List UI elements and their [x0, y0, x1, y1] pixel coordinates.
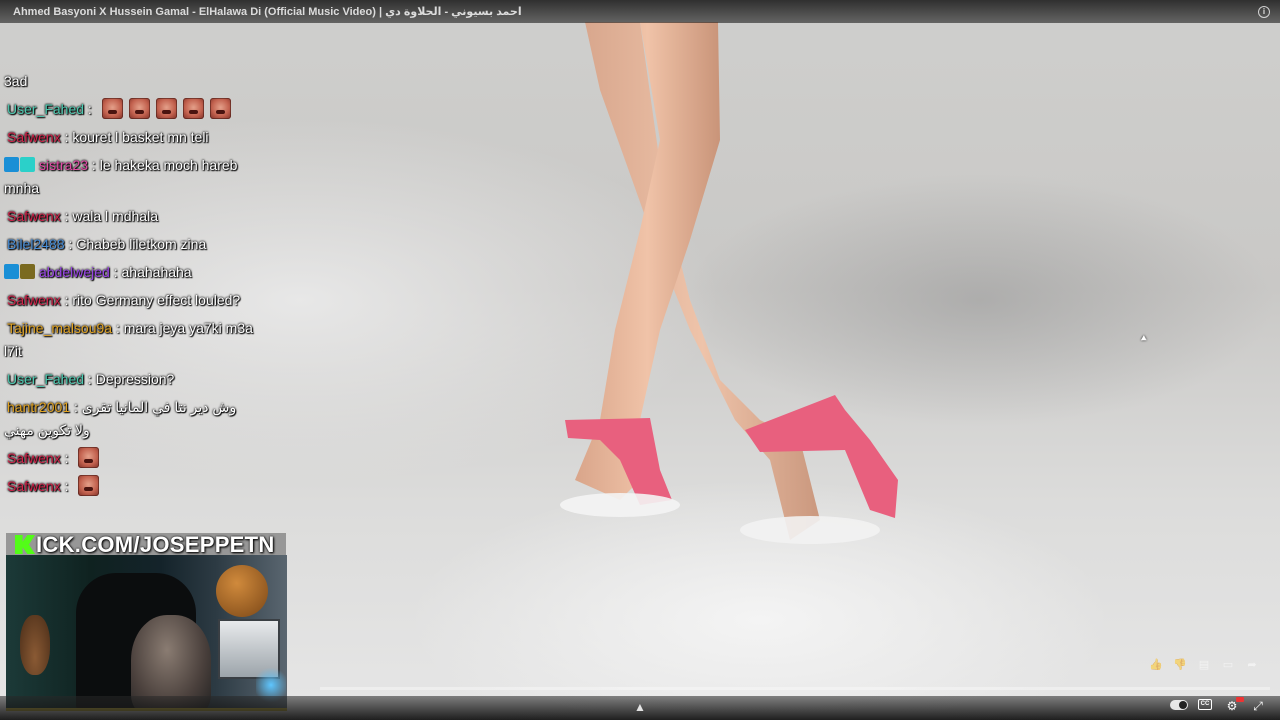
chat-message: 3ad	[4, 70, 254, 93]
chat-username[interactable]: sistra23	[36, 157, 88, 173]
chat-separator: :	[84, 101, 96, 117]
chat-separator: :	[60, 450, 73, 466]
chat-username[interactable]: Bilel2488	[4, 236, 65, 252]
chat-text: rito Germany effect louled?	[72, 292, 241, 308]
video-title[interactable]: Ahmed Basyoni X Hussein Gamal - ElHalawa…	[13, 5, 522, 18]
chat-emote-icon	[182, 98, 204, 119]
chat-separator: :	[60, 292, 73, 308]
chat-text: 3ad	[4, 73, 28, 89]
chat-username[interactable]: abdelwejed	[36, 264, 110, 280]
chat-emote-icon	[101, 98, 123, 119]
action-icons: 👍 👎 ▤ ▭ ➦	[1148, 658, 1260, 672]
webcam-banner: ICK.COM/JOSEPPETN	[6, 532, 286, 557]
chat-message: Safwenx : wala l mdhala	[4, 205, 254, 228]
chat-emote-icon	[78, 475, 100, 496]
chat-message: Tajine_malsou9a : mara jeya ya7ki m3a l7…	[4, 317, 254, 363]
chat-text: Depression?	[95, 371, 175, 387]
chat-text: Chabeb liletkom zina	[76, 236, 207, 252]
chat-message: sistra23 : le hakeka moch hareb mnha	[4, 154, 254, 200]
chat-message: abdelwejed : ahahahaha	[4, 261, 254, 284]
chat-username[interactable]: Safwenx	[4, 292, 61, 308]
guitar	[20, 615, 50, 675]
chat-username[interactable]: Safwenx	[4, 129, 61, 145]
webcam-feed	[6, 555, 287, 711]
basketball	[216, 565, 268, 617]
like-icon[interactable]: 👍	[1148, 658, 1164, 672]
chat-message: User_Fahed :	[4, 98, 254, 121]
chat-overlay: 3ad User_Fahed : Safwenx : kouret l baske…	[4, 70, 254, 503]
autoplay-toggle[interactable]	[1170, 700, 1188, 710]
video-title-bar: Ahmed Basyoni X Hussein Gamal - ElHalawa…	[0, 0, 1280, 23]
captions-icon[interactable]: CC	[1198, 699, 1212, 710]
exit-fullscreen-icon[interactable]: ⤢	[1249, 697, 1267, 715]
chat-emote-icon	[209, 98, 231, 119]
hd-badge	[1236, 697, 1244, 702]
chat-message: Bilel2488 : Chabeb liletkom zina	[4, 233, 254, 256]
chat-username[interactable]: Tajine_malsou9a	[4, 320, 112, 336]
chat-separator: :	[112, 320, 124, 336]
chat-message: hantr2001 : وش دير نتا في المانيا تقرى و…	[4, 396, 254, 442]
chat-emote-icon	[78, 447, 100, 468]
chat-text: ahahahaha	[121, 264, 192, 280]
chat-message: Safwenx :	[4, 475, 254, 498]
chevron-up-icon[interactable]: ▲	[633, 700, 647, 714]
chat-text: kouret l basket mn teli	[72, 129, 209, 145]
progress-bar[interactable]	[320, 687, 1270, 690]
chat-emote-icon	[128, 98, 150, 119]
chat-username[interactable]: Safwenx	[4, 450, 61, 466]
chat-separator: :	[109, 264, 122, 280]
chat-badge-icon	[20, 264, 35, 279]
share-icon[interactable]: ➦	[1244, 658, 1260, 672]
chat-username[interactable]: User_Fahed	[4, 101, 84, 117]
chat-separator: :	[70, 399, 82, 415]
chat-separator: :	[64, 236, 77, 252]
chat-message: Safwenx : kouret l basket mn teli	[4, 126, 254, 149]
chat-separator: :	[88, 157, 100, 173]
chat-separator: :	[60, 208, 73, 224]
chat-emote-icon	[155, 98, 177, 119]
kick-logo-icon	[15, 535, 35, 554]
chat-username[interactable]: Safwenx	[4, 208, 61, 224]
chat-message: User_Fahed : Depression?	[4, 368, 254, 391]
comment-icon[interactable]: ▤	[1196, 658, 1212, 672]
chat-username[interactable]: Safwenx	[4, 478, 61, 494]
chat-separator: :	[60, 478, 73, 494]
chat-badge-icon	[4, 157, 19, 172]
chat-badge-icon	[4, 264, 19, 279]
chat-username[interactable]: User_Fahed	[4, 371, 84, 387]
dislike-icon[interactable]: 👎	[1172, 658, 1188, 672]
chat-separator: :	[84, 371, 96, 387]
chat-text: wala l mdhala	[72, 208, 158, 224]
chat-separator: :	[60, 129, 73, 145]
chat-badge-icon	[20, 157, 35, 172]
info-icon[interactable]: i	[1258, 6, 1270, 18]
chat-username[interactable]: hantr2001	[4, 399, 70, 415]
chat-icon[interactable]: ▭	[1220, 658, 1236, 672]
chat-message: Safwenx : rito Germany effect louled?	[4, 289, 254, 312]
chat-message: Safwenx :	[4, 447, 254, 470]
